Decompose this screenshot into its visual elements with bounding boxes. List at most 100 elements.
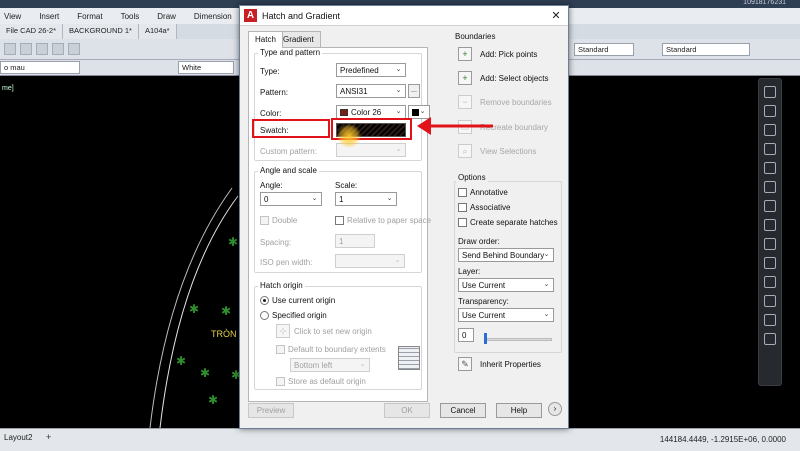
menu-draw[interactable]: Draw xyxy=(157,12,176,21)
layer-select[interactable]: Use Current ⌄ xyxy=(458,278,554,292)
plant-icon: ✱ xyxy=(176,354,187,368)
nav-offset-icon[interactable] xyxy=(764,257,776,269)
default-boundary-extents-checkbox[interactable] xyxy=(276,345,285,354)
remove-boundaries-icon[interactable]: − xyxy=(458,95,472,109)
file-tab-1[interactable]: File CAD 26-2* xyxy=(0,24,64,39)
autocad-logo-icon: A xyxy=(244,9,257,22)
more-options-chevron-icon[interactable]: › xyxy=(548,402,562,416)
boundary-extents-select[interactable]: Bottom left ⌄ xyxy=(290,358,370,372)
inherit-properties-label[interactable]: Inherit Properties xyxy=(480,360,541,369)
chevron-down-icon: ⌄ xyxy=(395,108,402,115)
pattern-select[interactable]: ANSI31 ⌄ xyxy=(336,84,406,98)
use-current-origin-label: Use current origin xyxy=(272,296,336,305)
transparency-slider-track[interactable] xyxy=(485,338,552,341)
add-select-objects-label[interactable]: Add: Select objects xyxy=(480,74,548,83)
separate-hatches-checkbox[interactable] xyxy=(458,218,467,227)
transparency-slider-thumb[interactable] xyxy=(484,333,487,344)
dialog-titlebar[interactable]: A Hatch and Gradient ✕ xyxy=(240,6,568,26)
view-selections-label[interactable]: View Selections xyxy=(480,147,536,156)
help-button[interactable]: Help xyxy=(496,403,542,418)
toolbar-undo-icon[interactable] xyxy=(36,43,48,55)
nav-pan-icon[interactable] xyxy=(764,105,776,117)
annotative-label: Annotative xyxy=(470,188,508,197)
style-combo-2[interactable]: Standard xyxy=(574,43,634,56)
associative-label: Associative xyxy=(470,203,511,212)
pattern-browse-button[interactable]: ... xyxy=(408,84,420,98)
file-tab-2[interactable]: BACKGROUND 1* xyxy=(63,24,139,39)
toolbar-save-icon[interactable] xyxy=(4,43,16,55)
tab-hatch[interactable]: Hatch xyxy=(248,31,283,48)
remove-boundaries-label[interactable]: Remove boundaries xyxy=(480,98,552,107)
transparency-number-input[interactable]: 0 xyxy=(458,328,474,342)
file-tab-3[interactable]: A104a* xyxy=(138,24,177,39)
plant-icon: ✱ xyxy=(200,366,211,380)
nav-move-icon[interactable] xyxy=(764,200,776,212)
scale-select[interactable]: 1 ⌄ xyxy=(335,192,397,206)
toolbar-redo-icon[interactable] xyxy=(52,43,64,55)
menu-insert[interactable]: Insert xyxy=(39,12,59,21)
draw-order-select[interactable]: Send Behind Boundary ⌄ xyxy=(458,248,554,262)
dialog-title: Hatch and Gradient xyxy=(262,11,341,21)
preview-button[interactable]: Preview xyxy=(248,403,294,418)
layer-label: Layer: xyxy=(458,267,481,276)
iso-pen-width-select[interactable]: ⌄ xyxy=(335,254,405,268)
double-checkbox[interactable] xyxy=(260,216,269,225)
chevron-down-icon: ⌄ xyxy=(394,257,401,264)
toolbar-print-icon[interactable] xyxy=(20,43,32,55)
nav-extend-icon[interactable] xyxy=(764,314,776,326)
layer-combo[interactable]: o mau xyxy=(0,61,80,74)
add-pick-points-label[interactable]: Add: Pick points xyxy=(480,50,537,59)
menu-dimension[interactable]: Dimension xyxy=(194,12,232,21)
close-icon[interactable]: ✕ xyxy=(549,9,563,23)
use-current-origin-radio[interactable] xyxy=(260,296,269,305)
transparency-select[interactable]: Use Current ⌄ xyxy=(458,308,554,322)
type-select[interactable]: Predefined ⌄ xyxy=(336,63,406,77)
associative-checkbox[interactable] xyxy=(458,203,467,212)
options-title: Options xyxy=(456,173,488,182)
iso-pen-width-label: ISO pen width: xyxy=(260,258,313,267)
draw-order-value: Send Behind Boundary xyxy=(462,251,545,260)
chevron-down-icon: ⌄ xyxy=(543,311,550,318)
annotative-checkbox[interactable] xyxy=(458,188,467,197)
nav-mirror-icon[interactable] xyxy=(764,238,776,250)
store-default-origin-label: Store as default origin xyxy=(288,377,366,386)
style-combo[interactable]: Standard xyxy=(662,43,750,56)
nav-fillet-icon[interactable] xyxy=(764,333,776,345)
relative-paper-space-checkbox[interactable] xyxy=(335,216,344,225)
boundaries-title: Boundaries xyxy=(455,32,496,41)
nav-zoom-icon[interactable] xyxy=(764,86,776,98)
ok-button[interactable]: OK xyxy=(384,403,430,418)
nav-copy-icon[interactable] xyxy=(764,219,776,231)
store-default-origin-checkbox[interactable] xyxy=(276,377,285,386)
specified-origin-label: Specified origin xyxy=(272,311,327,320)
chevron-down-icon: ⌄ xyxy=(395,87,402,94)
toolbar-pan-icon[interactable] xyxy=(68,43,80,55)
pick-points-icon[interactable]: + xyxy=(458,47,472,61)
nav-extents-icon[interactable] xyxy=(764,143,776,155)
color-select[interactable]: Color 26 ⌄ xyxy=(336,105,406,119)
view-selections-icon[interactable]: ⌕ xyxy=(458,144,472,158)
chevron-down-icon: ⌄ xyxy=(359,361,366,368)
chevron-down-icon: ⌄ xyxy=(311,195,318,202)
specified-origin-radio[interactable] xyxy=(260,311,269,320)
type-label: Type: xyxy=(260,67,280,76)
select-objects-icon[interactable]: + xyxy=(458,71,472,85)
set-origin-icon[interactable]: ⊹ xyxy=(276,324,290,338)
nav-rotate-icon[interactable] xyxy=(764,181,776,193)
title-right-text: 10918176231 xyxy=(743,0,786,6)
nav-window-icon[interactable] xyxy=(764,162,776,174)
cancel-button[interactable]: Cancel xyxy=(440,403,486,418)
inherit-properties-icon[interactable]: ✎ xyxy=(458,357,472,371)
spacing-input[interactable]: 1 xyxy=(335,234,375,248)
color-combo[interactable]: White xyxy=(178,61,234,74)
add-layout-icon[interactable]: + xyxy=(46,432,51,442)
nav-array-icon[interactable] xyxy=(764,276,776,288)
menu-tools[interactable]: Tools xyxy=(121,12,140,21)
nav-trim-icon[interactable] xyxy=(764,295,776,307)
angle-select[interactable]: 0 ⌄ xyxy=(260,192,322,206)
menu-view[interactable]: View xyxy=(4,12,21,21)
menu-format[interactable]: Format xyxy=(77,12,102,21)
custom-pattern-label: Custom pattern: xyxy=(260,147,317,156)
nav-orbit-icon[interactable] xyxy=(764,124,776,136)
layout-tab[interactable]: Layout2 xyxy=(4,433,32,442)
